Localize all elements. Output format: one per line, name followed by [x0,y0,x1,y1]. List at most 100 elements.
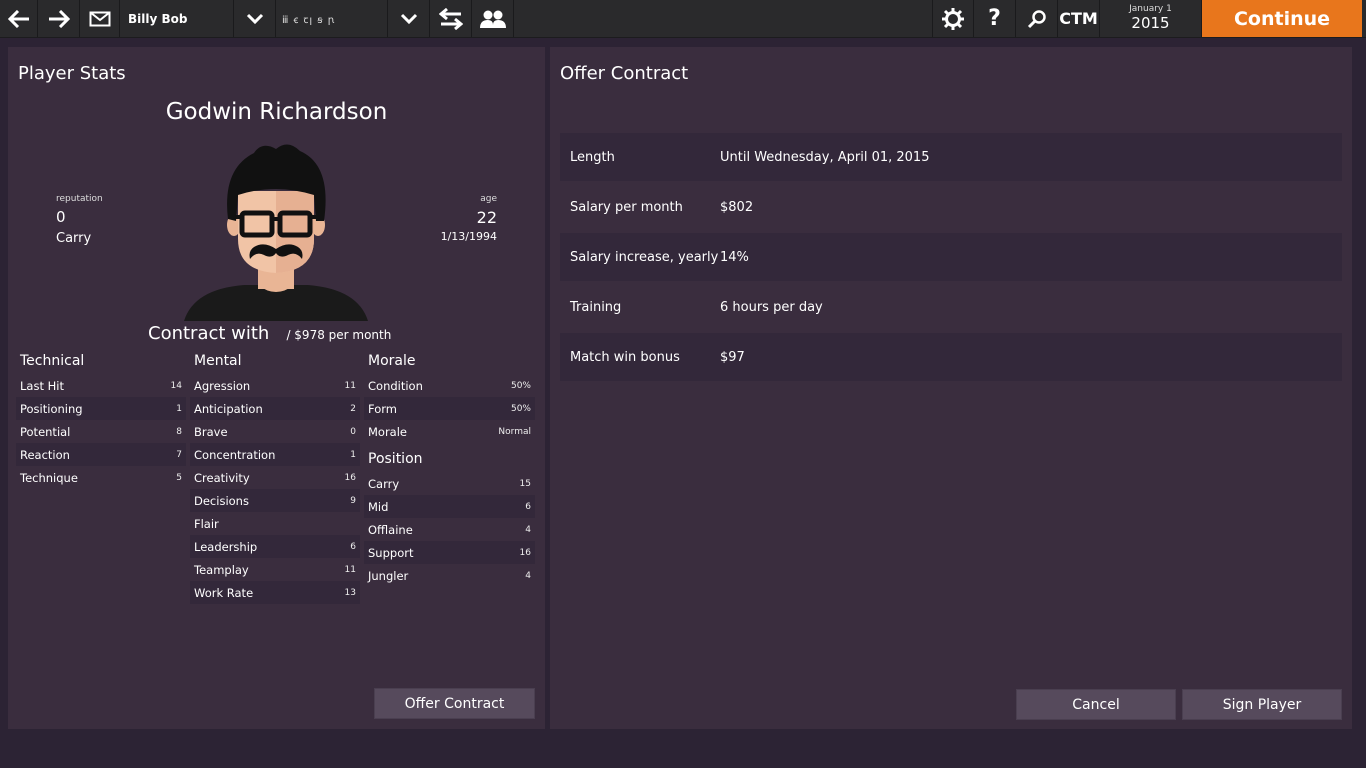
panel-title: Offer Contract [560,63,689,84]
mail-button[interactable] [80,0,120,37]
people-icon [479,10,506,28]
stat-row: Support 16 [364,541,535,564]
cancel-button[interactable]: Cancel [1016,689,1176,720]
forward-button[interactable] [38,0,80,37]
gear-icon [942,7,964,30]
continue-button[interactable]: Continue [1202,0,1362,37]
team-dropdown[interactable] [388,0,430,37]
stat-value: 1 [176,403,182,414]
offer-value[interactable]: 6 hours per day [720,300,823,315]
offer-row-win-bonus[interactable]: Match win bonus $97 [560,333,1342,381]
stat-value: 5 [176,472,182,483]
back-button[interactable] [0,0,38,37]
panel-title: Player Stats [18,63,126,84]
settings-button[interactable] [932,0,974,37]
question-mark-icon: ? [988,6,1001,31]
stat-group-title: Morale [368,353,416,369]
morale-stats: Morale Condition 50% Form 50% Morale Normal [364,348,535,443]
offer-value[interactable]: $802 [720,200,753,215]
mental-stats: Mental Agression 11 Anticipation 2 Brave 0 … [190,348,360,604]
stat-name: Support [368,545,414,560]
offer-value[interactable]: 14% [720,250,749,265]
offer-contract-panel: Offer Contract Length Until Wednesday, A… [550,47,1352,729]
offer-value[interactable]: $97 [720,350,745,365]
stat-row: Anticipation 2 [190,397,360,420]
stat-value: 1 [350,449,356,460]
help-button[interactable]: ? [974,0,1016,37]
stat-value: 2 [350,403,356,414]
stat-row: Decisions 9 [190,489,360,512]
offer-label: Match win bonus [570,349,680,365]
technical-stats: Technical Last Hit 14 Positioning 1 Potent… [16,348,186,489]
stat-name: Flair [194,516,219,531]
stat-name: Carry [368,476,400,491]
offer-value[interactable]: Until Wednesday, April 01, 2015 [720,150,929,165]
position-stats: Position Carry 15 Mid 6 Offlaine 4 Support 1… [364,446,535,587]
arrow-left-icon [7,9,29,28]
ctm-button[interactable]: CTM [1058,0,1100,37]
squad-button[interactable] [472,0,514,37]
manager-dropdown[interactable] [234,0,276,37]
age-label: age [480,194,497,204]
contract-with-label: Contract with [148,323,270,344]
reputation-label: reputation [56,194,103,204]
team-name[interactable]: ⅲ ꞓ ꞇꞁ ꞩ ꞃ [276,0,388,37]
manager-name[interactable]: Billy Bob [120,0,234,37]
stat-value: 16 [519,547,531,558]
stat-row: Brave 0 [190,420,360,443]
arrow-right-icon [48,9,70,28]
stat-row: Leadership 6 [190,535,360,558]
mail-icon [89,11,110,26]
stat-row: Jungler 4 [364,564,535,587]
age-value: 22 [476,208,497,227]
stat-row: Morale Normal [364,420,535,443]
offer-row-salary[interactable]: Salary per month $802 [560,183,1342,231]
stat-value: 11 [344,380,356,391]
stat-name: Work Rate [194,585,254,600]
stat-value: 4 [525,524,531,535]
stat-group-title: Mental [194,353,242,369]
stat-value: 11 [344,564,356,575]
transfers-button[interactable] [430,0,472,37]
offer-contract-button[interactable]: Offer Contract [374,688,535,719]
stat-value: 13 [344,587,356,598]
player-avatar [184,144,368,321]
stat-name: Jungler [368,568,409,583]
contract-line: Contract with / $978 per month [148,323,391,344]
stat-name: Anticipation [194,401,263,416]
stat-value: 9 [350,495,356,506]
stat-name: Leadership [194,539,258,554]
offer-label: Salary increase, yearly [570,249,719,265]
stat-row: Carry 15 [364,472,535,495]
stat-row: Work Rate 13 [190,581,360,604]
stat-value: 8 [176,426,182,437]
offer-row-length[interactable]: Length Until Wednesday, April 01, 2015 [560,133,1342,181]
offer-row-salary-increase[interactable]: Salary increase, yearly 14% [560,233,1342,281]
search-icon [1027,9,1046,28]
offer-row-training[interactable]: Training 6 hours per day [560,283,1342,331]
reputation-value: 0 [56,208,66,226]
stat-name: Mid [368,499,389,514]
stat-name: Condition [368,378,423,393]
stat-name: Morale [368,424,408,439]
stat-value: Normal [498,426,531,437]
sign-player-button[interactable]: Sign Player [1182,689,1342,720]
stat-value: 50% [510,380,531,391]
stat-value: 6 [525,501,531,512]
stat-value: 4 [525,570,531,581]
stat-name: Brave [194,424,228,439]
stat-value: 6 [350,541,356,552]
stat-value: 16 [344,472,356,483]
stat-row: Teamplay 11 [190,558,360,581]
stat-name: Technique [20,470,78,485]
stat-name: Positioning [20,401,83,416]
swap-arrows-icon [438,7,463,30]
date-year: 2015 [1131,14,1170,33]
stat-name: Teamplay [194,562,249,577]
stat-row: Offlaine 4 [364,518,535,541]
player-stats-panel: Player Stats Godwin Richardson reputatio… [8,47,545,729]
current-date: January 1 2015 [1100,0,1202,37]
stat-row: Form 50% [364,397,535,420]
stat-group-title: Technical [20,353,85,369]
search-button[interactable] [1016,0,1058,37]
